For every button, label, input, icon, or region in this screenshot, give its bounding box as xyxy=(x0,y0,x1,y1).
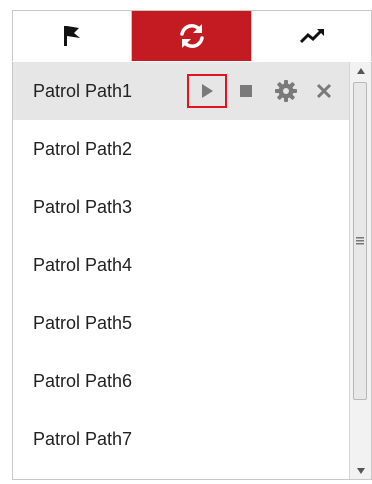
scroll-up-arrow[interactable] xyxy=(350,62,371,80)
patrol-path-item-3[interactable]: Patrol Path3 xyxy=(13,178,349,236)
scroll-down-arrow[interactable] xyxy=(350,462,371,479)
patrol-path-label: Patrol Path7 xyxy=(33,429,133,449)
patrol-path-item-2[interactable]: Patrol Path2 xyxy=(13,120,349,178)
stop-button[interactable] xyxy=(235,62,257,120)
patrol-path-item-5[interactable]: Patrol Path5 xyxy=(13,294,349,352)
gear-icon xyxy=(275,80,297,102)
patrol-path-label: Patrol Path1 xyxy=(33,81,133,101)
ptz-tab-bar xyxy=(12,10,372,61)
patrol-path-list-panel: Patrol Path1 Patrol Path2 Patrol Path3 P… xyxy=(12,62,372,480)
patrol-path-item-1[interactable]: Patrol Path1 xyxy=(13,62,349,120)
vertical-scrollbar[interactable] xyxy=(349,62,371,479)
patrol-path-label: Patrol Path6 xyxy=(33,371,133,391)
tab-preset[interactable] xyxy=(12,11,132,61)
patrol-path-item-7[interactable]: Patrol Path7 xyxy=(13,410,349,468)
patrol-path-label: Patrol Path5 xyxy=(33,313,133,333)
settings-button[interactable] xyxy=(271,62,301,120)
play-highlight-box xyxy=(187,74,227,108)
close-icon xyxy=(316,83,332,99)
play-icon xyxy=(202,84,213,98)
grip-icon xyxy=(356,237,364,245)
caret-down-icon xyxy=(356,468,365,474)
flag-icon xyxy=(64,26,80,46)
patrol-path-label: Patrol Path2 xyxy=(33,139,133,159)
patrol-path-item-4[interactable]: Patrol Path4 xyxy=(13,236,349,294)
scrollbar-thumb[interactable] xyxy=(353,82,367,400)
tab-patrol[interactable] xyxy=(132,11,252,61)
trend-icon xyxy=(299,29,324,44)
tab-pattern[interactable] xyxy=(252,11,372,61)
patrol-path-list: Patrol Path1 Patrol Path2 Patrol Path3 P… xyxy=(13,62,349,468)
refresh-icon xyxy=(179,24,204,48)
stop-icon xyxy=(240,85,252,97)
patrol-path-item-6[interactable]: Patrol Path6 xyxy=(13,352,349,410)
patrol-path-label: Patrol Path3 xyxy=(33,197,133,217)
play-button[interactable] xyxy=(185,62,229,120)
caret-up-icon xyxy=(356,68,365,74)
delete-button[interactable] xyxy=(311,62,337,120)
patrol-path-label: Patrol Path4 xyxy=(33,255,133,275)
